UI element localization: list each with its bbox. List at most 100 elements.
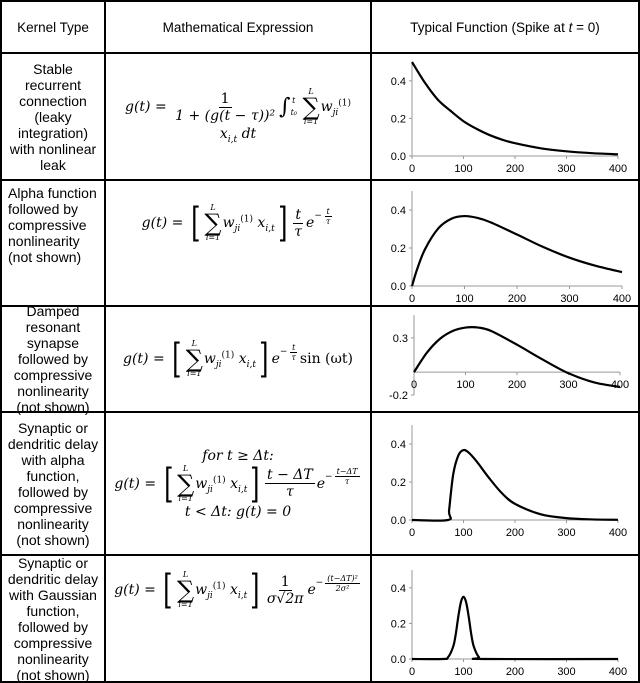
kernel-type-label: Stable recurrent connection (leaky integrati… xyxy=(10,61,96,173)
kernel-table: Kernel Type Mathematical Expression Typi… xyxy=(0,0,640,683)
x-tick-label: 100 xyxy=(454,527,472,539)
kernel-type-line: synapse xyxy=(26,335,80,351)
series-line xyxy=(411,595,619,661)
x-tick-label: 200 xyxy=(506,163,524,175)
kernel-type-line: nonlinearity xyxy=(17,383,89,399)
y-tick-label: 0.0 xyxy=(391,281,406,293)
header-kernel-type: Kernel Type xyxy=(2,2,104,52)
x-tick-label: 0 xyxy=(409,163,415,175)
kernel-type-line: nonlinearity xyxy=(17,515,89,532)
kernel-type-label: Damped resonant synapse followed by compress… xyxy=(14,303,93,415)
x-tick-label: 200 xyxy=(506,666,524,678)
kernel-type-label: Alpha function followed by compressive nonl… xyxy=(8,185,97,265)
kernel-type-line: Alpha function xyxy=(8,185,97,201)
series-line xyxy=(413,326,621,389)
kernel-type-line: Synaptic or xyxy=(17,554,89,571)
kernel-type-line: leak xyxy=(40,156,66,173)
x-tick-label: 100 xyxy=(454,666,472,678)
x-tick-label: 0 xyxy=(409,666,415,678)
header-math-expression-label: Mathematical Expression xyxy=(162,19,314,35)
chart-delayed-alpha: 0 100 200 300 400 0.0 0.2 0.4 xyxy=(391,425,627,539)
x-tick-label: 300 xyxy=(557,163,575,175)
expression-formula: g(t) = [L ∑ i=1 wji(1) xi,t] t τ e − t τ xyxy=(141,200,332,246)
header-math-expression: Mathematical Expression xyxy=(106,2,370,52)
x-tick-label: 200 xyxy=(506,527,524,539)
kernel-type-line: followed by xyxy=(17,483,89,500)
y-tick-label: -0.2 xyxy=(389,390,408,402)
kernel-type-line: function, xyxy=(26,602,80,619)
expression-cell: g(t) = 11 + (g(t − τ))² ∫ t t₀ L ∑ i=1 wji(1) … xyxy=(106,54,370,179)
kernel-type-line: (not shown) xyxy=(16,666,90,683)
x-tick-label: 100 xyxy=(456,379,474,391)
x-tick-label: 0 xyxy=(409,527,415,539)
kernel-type-cell: Synaptic or dendritic delay with alpha func… xyxy=(2,413,104,554)
kernel-type-line: nonlinearity xyxy=(8,233,80,249)
x-tick-label: 100 xyxy=(455,293,473,305)
kernel-type-line: followed by xyxy=(8,201,79,217)
kernel-type-line: dendritic delay xyxy=(7,435,99,452)
kernel-type-line: compressive xyxy=(8,217,87,233)
kernel-type-line: with nonlinear xyxy=(9,140,97,157)
y-tick-label: 0.4 xyxy=(391,205,406,217)
kernel-type-line: compressive xyxy=(13,367,93,383)
x-tick-label: 300 xyxy=(560,293,578,305)
y-tick-label: 0.2 xyxy=(391,477,406,489)
x-tick-label: 0 xyxy=(409,293,415,305)
x-tick-label: 100 xyxy=(454,163,472,175)
header-typical-function-label: Typical Function (Spike at t = 0) xyxy=(410,19,600,35)
kernel-type-cell: Damped resonant synapse followed by compress… xyxy=(2,303,104,415)
y-tick-label: 0.0 xyxy=(391,515,406,527)
y-tick-label: 0.0 xyxy=(391,654,406,666)
kernel-type-line: with Gaussian xyxy=(9,586,97,603)
header-typical-function: Typical Function (Spike at t = 0) xyxy=(372,2,638,52)
x-tick-label: 300 xyxy=(559,379,577,391)
x-tick-label: 400 xyxy=(609,527,627,539)
kernel-type-cell: Synaptic or dendritic delay with Gaussian f… xyxy=(2,554,104,683)
kernel-type-line: followed by xyxy=(17,618,89,635)
header-kernel-type-label: Kernel Type xyxy=(17,19,89,35)
y-tick-label: 0.2 xyxy=(391,113,406,125)
expression-formula: g(t) = [L ∑ i=1 wji(1) xi,t] 1 σ√2π e − (t−ΔT)² 2… xyxy=(114,567,360,613)
y-tick-label: 0.4 xyxy=(391,76,406,88)
expression-cell: for t ≥ Δt: g(t) = [L ∑ i=1 wji(1) xi,t] t −… xyxy=(106,413,370,554)
kernel-type-line: compressive xyxy=(13,499,93,516)
chart-leaky-integration: 0 100 200 300 400 0.0 0.2 0.4 xyxy=(391,61,627,175)
expression-condition: for t ≥ Δt: xyxy=(202,447,274,464)
kernel-type-line: Stable xyxy=(33,60,73,77)
kernel-type-line: (not shown) xyxy=(8,249,82,265)
kernel-type-line: function, xyxy=(26,467,80,484)
kernel-type-line: dendritic delay xyxy=(7,570,99,587)
y-tick-label: 0.4 xyxy=(391,439,406,451)
kernel-type-line: connection xyxy=(19,92,87,109)
y-tick-label: 0.0 xyxy=(391,151,406,163)
chart-damped-resonant: 0 100 200 300 400-0.20.3 xyxy=(389,315,629,402)
x-tick-label: 400 xyxy=(613,293,631,305)
y-tick-label: 0.4 xyxy=(391,583,406,595)
expression-formula: g(t) = 11 + (g(t − τ))² ∫ t t₀ L ∑ i=1 wji(1) … xyxy=(124,87,351,145)
x-tick-label: 300 xyxy=(557,527,575,539)
kernel-type-line: nonlinearity xyxy=(17,650,89,667)
expression-condition: t < Δt: g(t) = 0 xyxy=(184,503,292,520)
expression-cell: g(t) = [L ∑ i=1 wji(1) xi,t] e − t τ sin (ωt) xyxy=(106,307,370,411)
kernel-type-cell: Stable recurrent connection (leaky integrati… xyxy=(2,54,104,179)
chart-delayed-gaussian: 0 100 200 300 400 0.0 0.2 0.4 xyxy=(391,570,627,678)
chart-alpha-function: 0 100 200 300 400 0.0 0.2 0.4 xyxy=(391,191,631,305)
x-tick-label: 200 xyxy=(508,379,526,391)
x-tick-label: 0 xyxy=(411,379,417,391)
kernel-type-line: with alpha xyxy=(21,451,85,468)
x-tick-label: 400 xyxy=(609,163,627,175)
y-tick-label: 0.2 xyxy=(391,618,406,630)
series-line xyxy=(410,214,623,287)
y-tick-label: 0.2 xyxy=(391,243,406,255)
expression-cell: g(t) = [L ∑ i=1 wji(1) xi,t] 1 σ√2π e − (t−ΔT)² 2… xyxy=(106,556,370,681)
kernel-type-line: Damped xyxy=(26,303,80,319)
kernel-type-line: (leaky xyxy=(34,108,72,125)
kernel-type-line: compressive xyxy=(13,634,93,651)
x-tick-label: 300 xyxy=(557,666,575,678)
kernel-type-line: recurrent xyxy=(24,76,81,93)
x-tick-label: 200 xyxy=(508,293,526,305)
kernel-type-line: (not shown) xyxy=(16,531,90,548)
kernel-type-label: Synaptic or dendritic delay with alpha func… xyxy=(8,420,98,548)
expression-formula: g(t) = [L ∑ i=1 wji(1) xi,t] t − ΔT τ e − t−ΔT τ xyxy=(114,460,360,507)
y-tick-label: 0.3 xyxy=(393,333,408,345)
